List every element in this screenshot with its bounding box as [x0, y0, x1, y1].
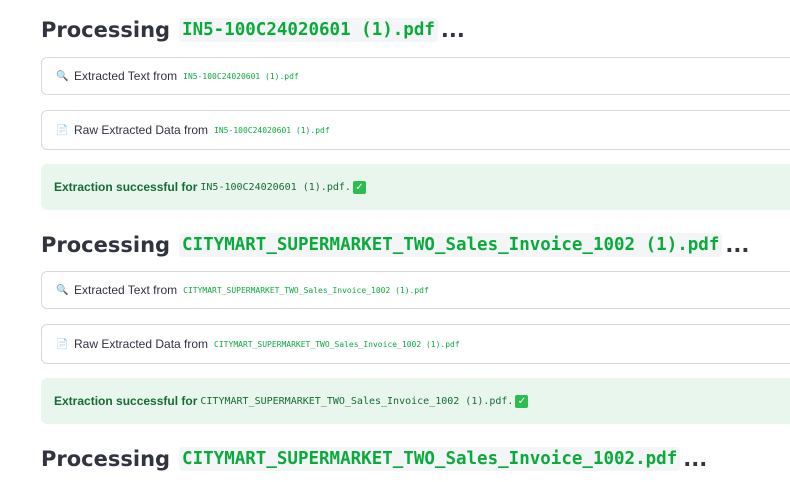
document-icon: 📄 — [56, 338, 69, 350]
document-icon: 📄 — [56, 124, 69, 136]
processing-label: Processing — [41, 18, 171, 42]
success-alert: Extraction successful for IN5-100C240206… — [41, 164, 790, 210]
expander-label: Extracted Text from — [74, 69, 178, 83]
file-name-code: CITYMART_SUPERMARKET_TWO_Sales_Invoice_1… — [179, 233, 723, 257]
check-icon: ✓ — [515, 394, 529, 408]
file-section-2: Processing CITYMART_SUPERMARKET_TWO_Sale… — [41, 227, 790, 424]
file-name-code: CITYMART_SUPERMARKET_TWO_Sales_Invoice_1… — [179, 447, 681, 471]
search-icon: 🔍 — [56, 284, 69, 296]
file-name-small: IN5-100C24020601 (1).pdf — [183, 71, 299, 81]
ellipsis: ... — [683, 447, 708, 471]
file-name-small: CITYMART_SUPERMARKET_TWO_Sales_Invoice_1… — [183, 285, 429, 295]
success-label: Extraction successful for — [54, 180, 198, 194]
processing-heading: Processing CITYMART_SUPERMARKET_TWO_Sale… — [41, 227, 790, 263]
raw-data-expander[interactable]: 📄 Raw Extracted Data from IN5-100C240206… — [41, 110, 790, 150]
file-section-3: Processing CITYMART_SUPERMARKET_TWO_Sale… — [41, 441, 790, 477]
processing-label: Processing — [41, 447, 171, 471]
processing-label: Processing — [41, 233, 171, 257]
raw-data-expander[interactable]: 📄 Raw Extracted Data from CITYMART_SUPER… — [41, 324, 790, 364]
success-label: Extraction successful for — [54, 394, 198, 408]
extracted-text-expander[interactable]: 🔍 Extracted Text from CITYMART_SUPERMARK… — [41, 271, 790, 309]
success-file-name: CITYMART_SUPERMARKET_TWO_Sales_Invoice_1… — [200, 395, 514, 407]
processing-heading: Processing CITYMART_SUPERMARKET_TWO_Sale… — [41, 441, 790, 477]
check-icon: ✓ — [352, 180, 366, 194]
expander-label: Extracted Text from — [74, 283, 178, 297]
success-file-name: IN5-100C24020601 (1).pdf. — [200, 181, 351, 193]
search-icon: 🔍 — [56, 70, 69, 82]
ellipsis: ... — [440, 18, 465, 42]
file-name-code: IN5-100C24020601 (1).pdf — [179, 18, 438, 42]
expander-label: Raw Extracted Data from — [74, 337, 209, 351]
expander-label: Raw Extracted Data from — [74, 123, 209, 137]
success-alert: Extraction successful for CITYMART_SUPER… — [41, 378, 790, 424]
extracted-text-expander[interactable]: 🔍 Extracted Text from IN5-100C24020601 (… — [41, 57, 790, 95]
file-section-1: Processing IN5-100C24020601 (1).pdf ... … — [41, 12, 790, 210]
processing-heading: Processing IN5-100C24020601 (1).pdf ... — [41, 12, 790, 48]
file-name-small: IN5-100C24020601 (1).pdf — [214, 125, 330, 135]
ellipsis: ... — [725, 233, 750, 257]
file-name-small: CITYMART_SUPERMARKET_TWO_Sales_Invoice_1… — [214, 339, 460, 349]
